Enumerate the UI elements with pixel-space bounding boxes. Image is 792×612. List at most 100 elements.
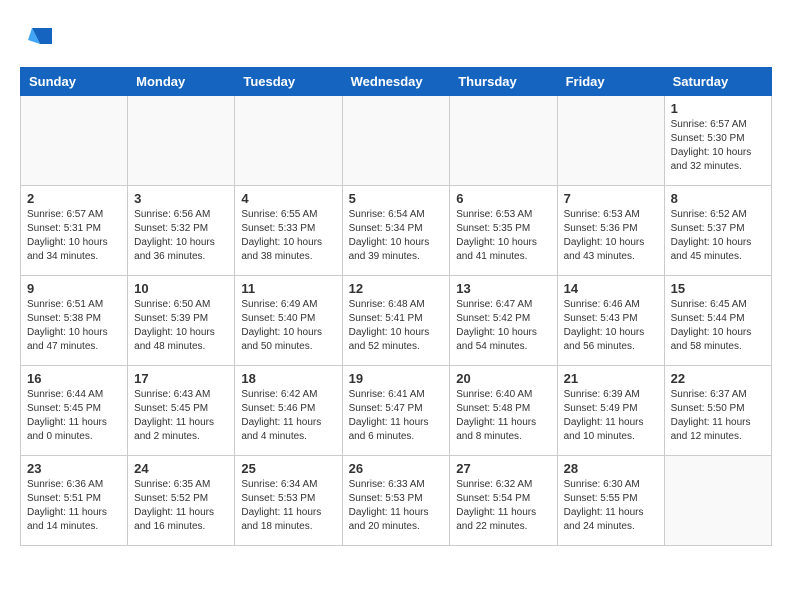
calendar-table: SundayMondayTuesdayWednesdayThursdayFrid… (20, 67, 772, 546)
calendar-cell: 1 Sunrise: 6:57 AM Sunset: 5:30 PM Daylig… (664, 96, 771, 186)
calendar-cell: 17 Sunrise: 6:43 AM Sunset: 5:45 PM Dayli… (128, 366, 235, 456)
weekday-header-row: SundayMondayTuesdayWednesdayThursdayFrid… (21, 68, 772, 96)
calendar-cell: 10Sunrise: 6:50 AM Sunset: 5:39 PM Dayli… (128, 276, 235, 366)
day-info: Sunrise: 6:44 AM Sunset: 5:45 PM Dayligh… (27, 388, 121, 444)
day-info: Sunrise: 6:47 AM Sunset: 5:42 PM Dayligh… (456, 298, 550, 354)
week-row-2: 9 Sunrise: 6:51 AM Sunset: 5:38 PM Daylig… (21, 276, 772, 366)
day-number: 18 (241, 371, 335, 386)
day-number: 13 (456, 281, 550, 296)
day-info: Sunrise: 6:37 AM Sunset: 5:50 PM Dayligh… (671, 388, 765, 444)
day-info: Sunrise: 6:35 AM Sunset: 5:52 PM Dayligh… (134, 478, 228, 534)
day-info: Sunrise: 6:33 AM Sunset: 5:53 PM Dayligh… (349, 478, 444, 534)
calendar-cell: 23 Sunrise: 6:36 AM Sunset: 5:51 PM Dayli… (21, 456, 128, 546)
calendar-cell: 11 Sunrise: 6:49 AM Sunset: 5:40 PM Dayli… (235, 276, 342, 366)
day-info: Sunrise: 6:39 AM Sunset: 5:49 PM Dayligh… (564, 388, 658, 444)
calendar-cell: 19 Sunrise: 6:41 AM Sunset: 5:47 PM Dayli… (342, 366, 450, 456)
weekday-header-wednesday: Wednesday (342, 68, 450, 96)
day-number: 15 (671, 281, 765, 296)
calendar-cell: 4 Sunrise: 6:55 AM Sunset: 5:33 PM Daylig… (235, 186, 342, 276)
week-row-4: 23 Sunrise: 6:36 AM Sunset: 5:51 PM Dayli… (21, 456, 772, 546)
day-number: 4 (241, 191, 335, 206)
day-number: 27 (456, 461, 550, 476)
calendar-cell (128, 96, 235, 186)
day-number: 7 (564, 191, 658, 206)
day-number: 10 (134, 281, 228, 296)
calendar-cell: 13 Sunrise: 6:47 AM Sunset: 5:42 PM Dayli… (450, 276, 557, 366)
day-number: 23 (27, 461, 121, 476)
day-info: Sunrise: 6:30 AM Sunset: 5:55 PM Dayligh… (564, 478, 658, 534)
day-info: Sunrise: 6:54 AM Sunset: 5:34 PM Dayligh… (349, 208, 444, 264)
day-number: 17 (134, 371, 228, 386)
day-info: Sunrise: 6:56 AM Sunset: 5:32 PM Dayligh… (134, 208, 228, 264)
calendar-cell: 3 Sunrise: 6:56 AM Sunset: 5:32 PM Daylig… (128, 186, 235, 276)
day-info: Sunrise: 6:32 AM Sunset: 5:54 PM Dayligh… (456, 478, 550, 534)
day-info: Sunrise: 6:57 AM Sunset: 5:30 PM Dayligh… (671, 118, 765, 174)
calendar-cell: 7 Sunrise: 6:53 AM Sunset: 5:36 PM Daylig… (557, 186, 664, 276)
day-number: 16 (27, 371, 121, 386)
day-number: 11 (241, 281, 335, 296)
page-header (20, 20, 772, 57)
calendar-cell: 18 Sunrise: 6:42 AM Sunset: 5:46 PM Dayli… (235, 366, 342, 456)
day-info: Sunrise: 6:53 AM Sunset: 5:36 PM Dayligh… (564, 208, 658, 264)
day-number: 20 (456, 371, 550, 386)
day-number: 9 (27, 281, 121, 296)
calendar-cell: 26 Sunrise: 6:33 AM Sunset: 5:53 PM Dayli… (342, 456, 450, 546)
day-info: Sunrise: 6:42 AM Sunset: 5:46 PM Dayligh… (241, 388, 335, 444)
day-number: 6 (456, 191, 550, 206)
logo-icon (24, 20, 56, 52)
calendar-cell: 20 Sunrise: 6:40 AM Sunset: 5:48 PM Dayli… (450, 366, 557, 456)
day-number: 25 (241, 461, 335, 476)
day-number: 3 (134, 191, 228, 206)
day-number: 5 (349, 191, 444, 206)
day-number: 28 (564, 461, 658, 476)
day-number: 22 (671, 371, 765, 386)
logo (20, 20, 56, 57)
day-info: Sunrise: 6:51 AM Sunset: 5:38 PM Dayligh… (27, 298, 121, 354)
day-number: 26 (349, 461, 444, 476)
weekday-header-thursday: Thursday (450, 68, 557, 96)
day-info: Sunrise: 6:55 AM Sunset: 5:33 PM Dayligh… (241, 208, 335, 264)
day-number: 19 (349, 371, 444, 386)
day-info: Sunrise: 6:41 AM Sunset: 5:47 PM Dayligh… (349, 388, 444, 444)
day-info: Sunrise: 6:34 AM Sunset: 5:53 PM Dayligh… (241, 478, 335, 534)
calendar-cell: 14 Sunrise: 6:46 AM Sunset: 5:43 PM Dayli… (557, 276, 664, 366)
week-row-3: 16 Sunrise: 6:44 AM Sunset: 5:45 PM Dayli… (21, 366, 772, 456)
calendar-cell: 15 Sunrise: 6:45 AM Sunset: 5:44 PM Dayli… (664, 276, 771, 366)
calendar-cell: 9 Sunrise: 6:51 AM Sunset: 5:38 PM Daylig… (21, 276, 128, 366)
calendar-cell: 24 Sunrise: 6:35 AM Sunset: 5:52 PM Dayli… (128, 456, 235, 546)
calendar-cell: 28 Sunrise: 6:30 AM Sunset: 5:55 PM Dayli… (557, 456, 664, 546)
day-number: 1 (671, 101, 765, 116)
day-info: Sunrise: 6:46 AM Sunset: 5:43 PM Dayligh… (564, 298, 658, 354)
calendar-cell (664, 456, 771, 546)
day-info: Sunrise: 6:45 AM Sunset: 5:44 PM Dayligh… (671, 298, 765, 354)
calendar-cell (450, 96, 557, 186)
day-number: 24 (134, 461, 228, 476)
weekday-header-friday: Friday (557, 68, 664, 96)
calendar-cell: 27 Sunrise: 6:32 AM Sunset: 5:54 PM Dayli… (450, 456, 557, 546)
day-info: Sunrise: 6:49 AM Sunset: 5:40 PM Dayligh… (241, 298, 335, 354)
calendar-cell: 2 Sunrise: 6:57 AM Sunset: 5:31 PM Daylig… (21, 186, 128, 276)
week-row-1: 2 Sunrise: 6:57 AM Sunset: 5:31 PM Daylig… (21, 186, 772, 276)
day-number: 14 (564, 281, 658, 296)
calendar-cell: 5 Sunrise: 6:54 AM Sunset: 5:34 PM Daylig… (342, 186, 450, 276)
calendar-cell (342, 96, 450, 186)
weekday-header-tuesday: Tuesday (235, 68, 342, 96)
day-info: Sunrise: 6:40 AM Sunset: 5:48 PM Dayligh… (456, 388, 550, 444)
day-number: 8 (671, 191, 765, 206)
calendar-cell: 16 Sunrise: 6:44 AM Sunset: 5:45 PM Dayli… (21, 366, 128, 456)
day-info: Sunrise: 6:36 AM Sunset: 5:51 PM Dayligh… (27, 478, 121, 534)
calendar-cell: 25 Sunrise: 6:34 AM Sunset: 5:53 PM Dayli… (235, 456, 342, 546)
day-number: 21 (564, 371, 658, 386)
day-info: Sunrise: 6:57 AM Sunset: 5:31 PM Dayligh… (27, 208, 121, 264)
calendar-cell: 21 Sunrise: 6:39 AM Sunset: 5:49 PM Dayli… (557, 366, 664, 456)
calendar-cell (21, 96, 128, 186)
calendar-cell: 6 Sunrise: 6:53 AM Sunset: 5:35 PM Daylig… (450, 186, 557, 276)
calendar-cell: 12 Sunrise: 6:48 AM Sunset: 5:41 PM Dayli… (342, 276, 450, 366)
calendar-cell: 8Sunrise: 6:52 AM Sunset: 5:37 PM Daylig… (664, 186, 771, 276)
day-info: Sunrise: 6:43 AM Sunset: 5:45 PM Dayligh… (134, 388, 228, 444)
day-info: Sunrise: 6:53 AM Sunset: 5:35 PM Dayligh… (456, 208, 550, 264)
day-info: Sunrise: 6:48 AM Sunset: 5:41 PM Dayligh… (349, 298, 444, 354)
weekday-header-sunday: Sunday (21, 68, 128, 96)
day-number: 2 (27, 191, 121, 206)
day-number: 12 (349, 281, 444, 296)
